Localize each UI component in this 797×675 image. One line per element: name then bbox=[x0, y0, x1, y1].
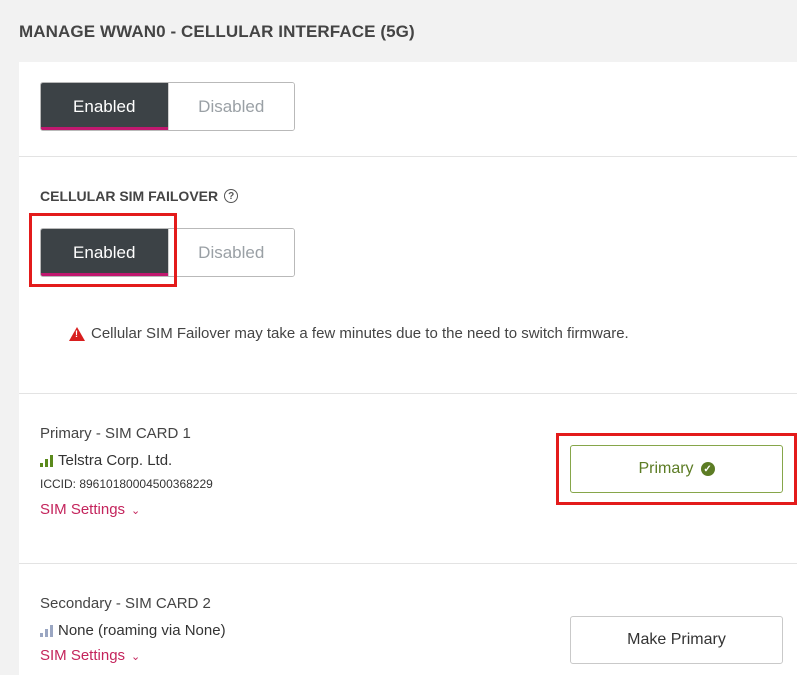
divider bbox=[19, 393, 797, 394]
interface-enabled-option[interactable]: Enabled bbox=[41, 83, 168, 130]
make-primary-button-label: Make Primary bbox=[627, 631, 726, 648]
divider bbox=[19, 563, 797, 564]
failover-section-title: CELLULAR SIM FAILOVER ? bbox=[40, 188, 239, 204]
interface-toggle: Enabled Disabled bbox=[40, 82, 295, 131]
warning-triangle-icon bbox=[69, 326, 85, 341]
sim-1-settings-label: SIM Settings bbox=[40, 501, 126, 518]
page-header: MANAGE WWAN0 - CELLULAR INTERFACE (5G) bbox=[0, 0, 797, 66]
interface-disabled-option[interactable]: Disabled bbox=[167, 83, 294, 130]
help-circle-icon[interactable]: ? bbox=[224, 189, 239, 203]
sim-1-settings-link[interactable]: SIM Settings ⌄ bbox=[40, 501, 213, 518]
sim-2-title: Secondary - SIM CARD 2 bbox=[40, 595, 211, 612]
sim-card-2: Secondary - SIM CARD 2 None (roaming via… bbox=[40, 595, 226, 664]
sim-1-iccid: ICCID: 89610180004500368229 bbox=[40, 477, 213, 491]
annotation-highlight-primary bbox=[556, 433, 797, 505]
sim-2-settings-link[interactable]: SIM Settings ⌄ bbox=[40, 647, 226, 664]
sim-2-carrier-name: None (roaming via None) bbox=[58, 622, 226, 639]
signal-none-icon bbox=[40, 624, 53, 637]
interface-panel: Enabled Disabled CELLULAR SIM FAILOVER ?… bbox=[19, 62, 797, 675]
failover-warning-text: Cellular SIM Failover may take a few min… bbox=[91, 325, 629, 342]
divider bbox=[19, 156, 797, 157]
signal-strong-icon bbox=[40, 454, 53, 467]
page-title: MANAGE WWAN0 - CELLULAR INTERFACE (5G) bbox=[19, 22, 415, 41]
make-primary-button[interactable]: Make Primary bbox=[570, 616, 783, 664]
failover-title-text: CELLULAR SIM FAILOVER bbox=[40, 188, 219, 204]
sim-2-carrier: None (roaming via None) bbox=[40, 622, 226, 639]
sim-card-1: Primary - SIM CARD 1 Telstra Corp. Ltd. … bbox=[40, 425, 213, 518]
failover-warning: Cellular SIM Failover may take a few min… bbox=[69, 325, 629, 342]
chevron-down-icon: ⌄ bbox=[131, 651, 141, 663]
sim-1-carrier: Telstra Corp. Ltd. bbox=[40, 452, 213, 469]
annotation-highlight-enabled bbox=[29, 213, 177, 287]
sim-1-title: Primary - SIM CARD 1 bbox=[40, 425, 191, 442]
sim-2-settings-label: SIM Settings bbox=[40, 647, 126, 664]
sim-1-carrier-name: Telstra Corp. Ltd. bbox=[58, 452, 173, 469]
failover-disabled-option[interactable]: Disabled bbox=[167, 229, 294, 276]
chevron-down-icon: ⌄ bbox=[131, 505, 141, 517]
